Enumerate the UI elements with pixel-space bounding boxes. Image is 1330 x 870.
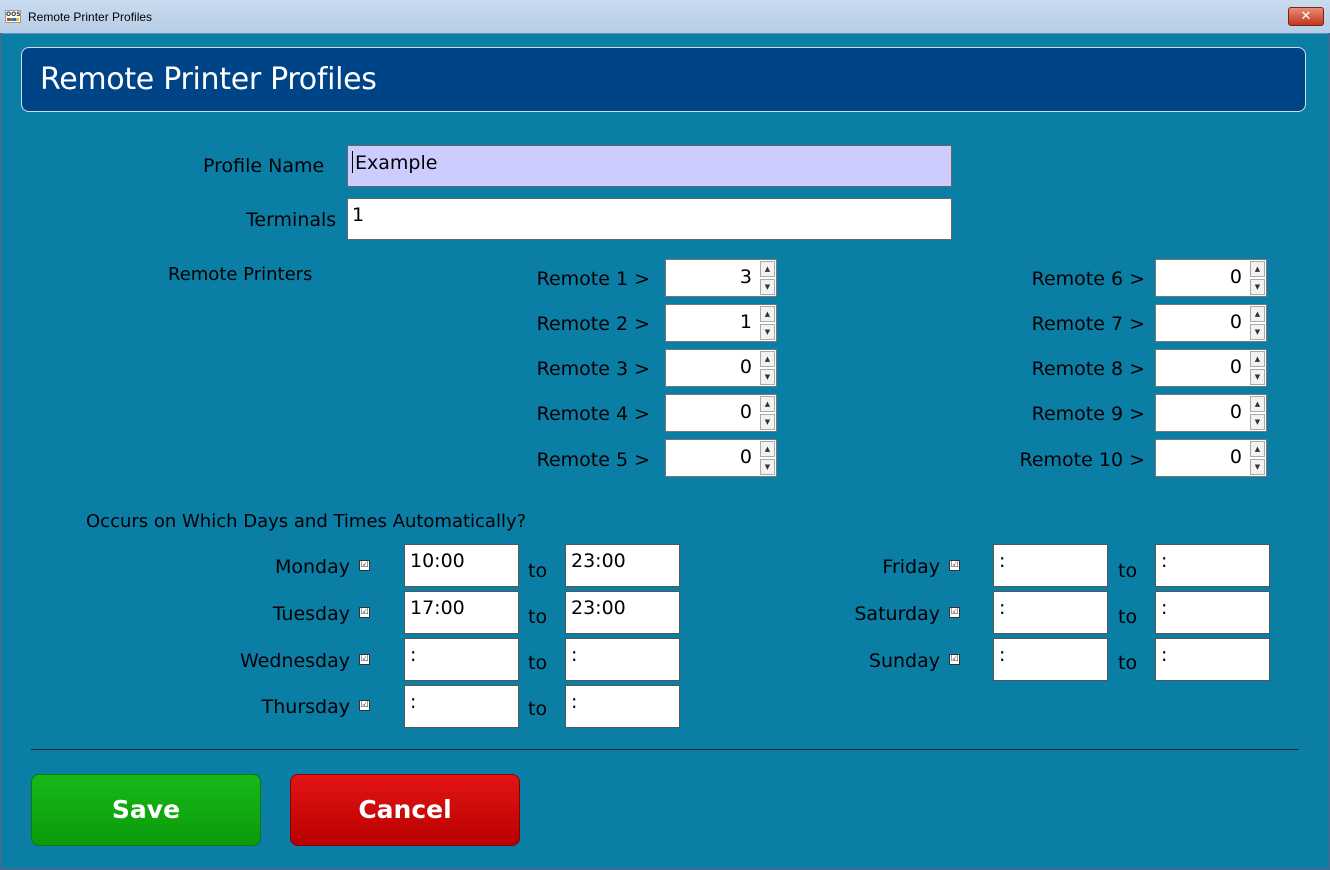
window-titlebar: OOS Remote Printer Profiles ✕ [0, 0, 1330, 34]
header-bar: Remote Printer Profiles [21, 47, 1306, 112]
terminals-label: Terminals [246, 209, 337, 231]
remote-2-spinner[interactable]: 1 ▲ ▼ [665, 304, 777, 342]
remote-8-label: Remote 8 > [1031, 358, 1145, 380]
spin-down-icon[interactable]: ▼ [1250, 324, 1265, 340]
close-icon: ✕ [1300, 9, 1312, 24]
to-label: to [528, 606, 548, 628]
day-checkbox-wednesday[interactable]: ☑ [359, 654, 370, 665]
remote-4-spinner[interactable]: 0 ▲ ▼ [665, 394, 777, 432]
remote-8-spinner[interactable]: 0 ▲ ▼ [1155, 349, 1267, 387]
cancel-button[interactable]: Cancel [290, 774, 520, 846]
day-label-friday: Friday [882, 556, 940, 578]
remote-6-spinner[interactable]: 0 ▲ ▼ [1155, 259, 1267, 297]
app-icon: OOS [5, 10, 21, 23]
day-label-saturday: Saturday [854, 603, 940, 625]
profile-name-label: Profile Name [203, 155, 325, 177]
friday-to-field[interactable]: : [1155, 544, 1270, 587]
remote-1-label: Remote 1 > [536, 268, 650, 290]
remote-9-label: Remote 9 > [1031, 403, 1145, 425]
to-label: to [1118, 560, 1138, 582]
thursday-from-field[interactable]: : [404, 685, 519, 728]
spin-up-icon[interactable]: ▲ [1250, 441, 1265, 457]
wednesday-to-field[interactable]: : [565, 638, 680, 681]
wednesday-from-field[interactable]: : [404, 638, 519, 681]
to-label: to [1118, 652, 1138, 674]
to-label: to [1118, 606, 1138, 628]
terminals-field[interactable]: 1 [347, 198, 952, 240]
spin-down-icon[interactable]: ▼ [760, 459, 775, 475]
remote-7-spinner[interactable]: 0 ▲ ▼ [1155, 304, 1267, 342]
tuesday-to-field[interactable]: 23:00 [565, 591, 680, 634]
close-button[interactable]: ✕ [1288, 7, 1324, 26]
day-checkbox-friday[interactable]: ☑ [949, 560, 960, 571]
page-title: Remote Printer Profiles [40, 62, 377, 97]
text-caret [352, 151, 353, 173]
remote-6-label: Remote 6 > [1031, 268, 1145, 290]
profile-name-value: Example [355, 152, 438, 174]
sunday-to-field[interactable]: : [1155, 638, 1270, 681]
save-button[interactable]: Save [31, 774, 261, 846]
remote-printers-label: Remote Printers [168, 264, 313, 285]
spin-down-icon[interactable]: ▼ [1250, 369, 1265, 385]
spin-down-icon[interactable]: ▼ [760, 414, 775, 430]
spin-up-icon[interactable]: ▲ [760, 441, 775, 457]
tuesday-from-field[interactable]: 17:00 [404, 591, 519, 634]
day-checkbox-tuesday[interactable]: ☑ [359, 607, 370, 618]
to-label: to [528, 652, 548, 674]
day-label-tuesday: Tuesday [272, 603, 350, 625]
spin-up-icon[interactable]: ▲ [760, 306, 775, 322]
spin-down-icon[interactable]: ▼ [760, 369, 775, 385]
remote-3-label: Remote 3 > [536, 358, 650, 380]
sunday-from-field[interactable]: : [993, 638, 1108, 681]
day-checkbox-monday[interactable]: ☑ [359, 560, 370, 571]
thursday-to-field[interactable]: : [565, 685, 680, 728]
day-label-sunday: Sunday [868, 650, 940, 672]
spin-up-icon[interactable]: ▲ [760, 396, 775, 412]
spin-up-icon[interactable]: ▲ [760, 261, 775, 277]
terminals-value: 1 [352, 204, 365, 226]
friday-from-field[interactable]: : [993, 544, 1108, 587]
spin-up-icon[interactable]: ▲ [1250, 261, 1265, 277]
window-title: Remote Printer Profiles [28, 10, 153, 24]
spin-down-icon[interactable]: ▼ [1250, 414, 1265, 430]
to-label: to [528, 698, 548, 720]
monday-from-field[interactable]: 10:00 [404, 544, 519, 587]
profile-name-field[interactable]: Example [347, 145, 952, 187]
spin-down-icon[interactable]: ▼ [1250, 279, 1265, 295]
spin-down-icon[interactable]: ▼ [760, 279, 775, 295]
remote-10-spinner[interactable]: 0 ▲ ▼ [1155, 439, 1267, 477]
remote-5-label: Remote 5 > [536, 449, 650, 471]
saturday-to-field[interactable]: : [1155, 591, 1270, 634]
remote-10-label: Remote 10 > [1019, 449, 1146, 471]
spin-down-icon[interactable]: ▼ [1250, 459, 1265, 475]
to-label: to [528, 560, 548, 582]
day-label-thursday: Thursday [261, 696, 350, 718]
remote-7-label: Remote 7 > [1031, 313, 1145, 335]
window-frame-left [0, 33, 2, 870]
footer-divider [31, 749, 1299, 750]
remote-2-label: Remote 2 > [536, 313, 650, 335]
spin-up-icon[interactable]: ▲ [1250, 351, 1265, 367]
day-checkbox-saturday[interactable]: ☑ [949, 607, 960, 618]
spin-up-icon[interactable]: ▲ [760, 351, 775, 367]
remote-5-spinner[interactable]: 0 ▲ ▼ [665, 439, 777, 477]
remote-3-spinner[interactable]: 0 ▲ ▼ [665, 349, 777, 387]
day-label-monday: Monday [274, 556, 350, 578]
spin-up-icon[interactable]: ▲ [1250, 396, 1265, 412]
saturday-from-field[interactable]: : [993, 591, 1108, 634]
spin-down-icon[interactable]: ▼ [760, 324, 775, 340]
remote-1-spinner[interactable]: 3 ▲ ▼ [665, 259, 777, 297]
monday-to-field[interactable]: 23:00 [565, 544, 680, 587]
remote-9-spinner[interactable]: 0 ▲ ▼ [1155, 394, 1267, 432]
schedule-heading: Occurs on Which Days and Times Automatic… [86, 511, 527, 532]
day-checkbox-thursday[interactable]: ☑ [359, 700, 370, 711]
spin-up-icon[interactable]: ▲ [1250, 306, 1265, 322]
day-checkbox-sunday[interactable]: ☑ [949, 654, 960, 665]
remote-4-label: Remote 4 > [536, 403, 650, 425]
day-label-wednesday: Wednesday [239, 650, 350, 672]
